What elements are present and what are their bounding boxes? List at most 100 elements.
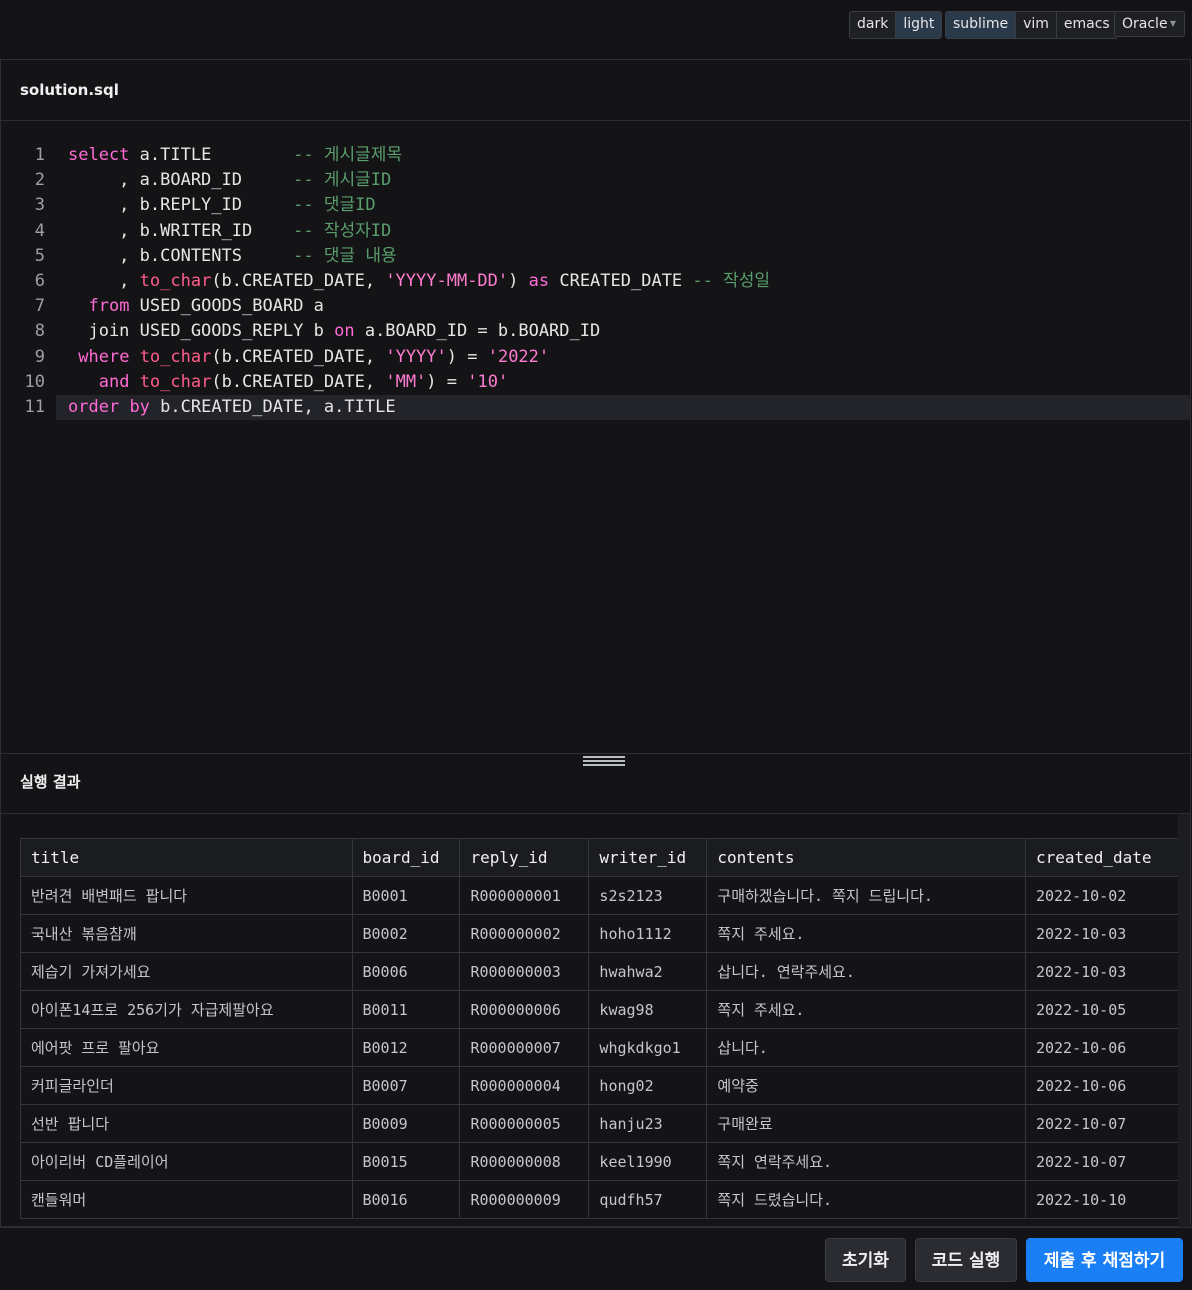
column-header: created_date (1024, 838, 1180, 877)
code-line: 6 , to_char(b.CREATED_DATE, 'YYYY-MM-DD'… (34, 270, 771, 291)
table-cell: 국내산 볶음참깨 (20, 914, 353, 953)
table-cell: keel1990 (588, 1142, 708, 1181)
table-cell: 2022-10-03 (1024, 914, 1180, 953)
keymap-emacs-button[interactable]: emacs (1056, 12, 1117, 38)
table-cell: 구매하겠습니다. 쪽지 드립니다. (706, 876, 1026, 915)
table-cell: B0009 (351, 1104, 461, 1143)
table-cell: R000000006 (459, 990, 590, 1029)
table-row: 국내산 볶음참깨 B0002 R000000002 hoho1112 쪽지 주세요. 20… (20, 914, 1180, 953)
table-cell: 제습기 가져가세요 (20, 952, 353, 991)
table-cell: kwag98 (588, 990, 708, 1029)
table-cell: B0001 (351, 876, 461, 915)
code-line: 5 , b.CONTENTS -- 댓글 내용 (34, 245, 397, 266)
table-cell: 아이리버 CD플레이어 (20, 1142, 353, 1181)
table-cell: R000000004 (459, 1066, 590, 1105)
table-cell: whgkdkgo1 (588, 1028, 708, 1067)
theme-dark-button[interactable]: dark (850, 12, 897, 38)
table-cell: R000000007 (459, 1028, 590, 1067)
table-cell: 2022-10-03 (1024, 952, 1180, 991)
table-cell: 캔들워머 (20, 1180, 353, 1219)
table-cell: 2022-10-10 (1024, 1180, 1180, 1219)
table-cell: B0011 (351, 990, 461, 1029)
code-line: 4 , b.WRITER_ID -- 작성자ID (34, 220, 392, 241)
table-cell: B0002 (351, 914, 461, 953)
reset-button[interactable]: 초기화 (825, 1238, 906, 1282)
table-cell: B0016 (351, 1180, 461, 1219)
table-row: 반려견 배변패드 팝니다 B0001 R000000001 s2s2123 구매하겠습니… (20, 876, 1180, 915)
table-cell: 2022-10-07 (1024, 1104, 1180, 1143)
table-cell: hong02 (588, 1066, 708, 1105)
table-header-row: title board_id reply_id writer_id conten… (20, 838, 1180, 877)
table-cell: s2s2123 (588, 876, 708, 915)
table-cell: 반려견 배변패드 팝니다 (20, 876, 353, 915)
table-cell: 삽니다. 연락주세요. (706, 952, 1026, 991)
theme-toggle-group: dark light (849, 11, 943, 39)
table-cell: R000000002 (459, 914, 590, 953)
column-header: board_id (351, 838, 461, 877)
toolbar: dark light sublime vim emacs Oracle ▼ (0, 0, 1192, 59)
column-header: reply_id (459, 838, 590, 877)
table-row: 제습기 가져가세요 B0006 R000000003 hwahwa2 삽니다. 연락주세… (20, 952, 1180, 991)
result-panel: 실행 결과 title board_id reply_id writer_id … (0, 753, 1191, 1227)
table-cell: B0007 (351, 1066, 461, 1105)
language-select-value: Oracle (1122, 16, 1168, 32)
code-line: 10 and to_char(b.CREATED_DATE, 'MM') = '… (24, 371, 509, 392)
table-cell: 쪽지 연락주세요. (706, 1142, 1026, 1181)
table-cell: 에어팟 프로 팔아요 (20, 1028, 353, 1067)
table-row: 커피글라인더 B0007 R000000004 hong02 예약중 2022-10-06 (20, 1066, 1180, 1105)
result-table-container: title board_id reply_id writer_id conten… (20, 838, 1180, 1219)
table-cell: R000000005 (459, 1104, 590, 1143)
code-line: 2 , a.BOARD_ID -- 게시글ID (34, 170, 392, 191)
table-cell: 구매완료 (706, 1104, 1026, 1143)
table-cell: B0015 (351, 1142, 461, 1181)
table-cell: R000000008 (459, 1142, 590, 1181)
table-cell: 아이폰14프로 256기가 자급제팔아요 (20, 990, 353, 1029)
code-line: 9 where to_char(b.CREATED_DATE, 'YYYY') … (34, 346, 550, 367)
run-code-button[interactable]: 코드 실행 (915, 1238, 1017, 1282)
table-cell: 선반 팝니다 (20, 1104, 353, 1143)
table-cell: hwahwa2 (588, 952, 708, 991)
table-cell: 2022-10-02 (1024, 876, 1180, 915)
keymap-sublime-button[interactable]: sublime (946, 12, 1017, 38)
table-cell: qudfh57 (588, 1180, 708, 1219)
code-line-current: 11 order by b.CREATED_DATE, a.TITLE (25, 394, 1190, 421)
table-row: 아이폰14프로 256기가 자급제팔아요 B0011 R000000006 kwag9… (20, 990, 1180, 1029)
keymap-toggle-group: sublime vim emacs (945, 11, 1118, 39)
code-line: 3 , b.REPLY_ID -- 댓글ID (34, 195, 376, 216)
table-cell: 쪽지 주세요. (706, 914, 1026, 953)
language-select[interactable]: Oracle ▼ (1114, 11, 1185, 37)
panel-resize-handle[interactable] (583, 756, 625, 768)
theme-light-button[interactable]: light (896, 12, 942, 38)
table-row: 아이리버 CD플레이어 B0015 R000000008 keel1990 쪽지 연락주… (20, 1142, 1180, 1181)
table-row: 선반 팝니다 B0009 R000000005 hanju23 구매완료 2022-10-… (20, 1104, 1180, 1143)
table-cell: R000000009 (459, 1180, 590, 1219)
table-cell: hanju23 (588, 1104, 708, 1143)
submit-and-grade-button[interactable]: 제출 후 채점하기 (1026, 1238, 1183, 1282)
table-cell: hoho1112 (588, 914, 708, 953)
table-cell: B0012 (351, 1028, 461, 1067)
chevron-down-icon: ▼ (1169, 19, 1176, 28)
keymap-vim-button[interactable]: vim (1016, 12, 1057, 38)
code-line: 1 select a.TITLE -- 게시글제목 (34, 145, 403, 165)
table-cell: 쪽지 주세요. (706, 990, 1026, 1029)
footer-actions: 초기화 코드 실행 제출 후 채점하기 (0, 1227, 1192, 1290)
table-row: 캔들워머 B0016 R000000009 qudfh57 쪽지 드렸습니다. 2022-… (20, 1180, 1180, 1219)
result-table: title board_id reply_id writer_id conten… (20, 838, 1180, 1219)
column-header: title (20, 838, 353, 877)
code-editor[interactable]: 1 select a.TITLE -- 게시글제목 2 , a.BOARD_ID … (1, 143, 1190, 421)
table-cell: B0006 (351, 952, 461, 991)
column-header: writer_id (588, 838, 708, 877)
table-cell: 2022-10-06 (1024, 1066, 1180, 1105)
table-cell: R000000003 (459, 952, 590, 991)
table-cell: 2022-10-07 (1024, 1142, 1180, 1181)
column-header: contents (706, 838, 1026, 877)
table-row: 에어팟 프로 팔아요 B0012 R000000007 whgkdkgo1 삽니다. 20… (20, 1028, 1180, 1067)
table-cell: 2022-10-06 (1024, 1028, 1180, 1067)
code-editor-panel: solution.sql 1 select a.TITLE -- 게시글제목 2 … (0, 59, 1191, 753)
table-cell: 예약중 (706, 1066, 1026, 1105)
table-cell: 삽니다. (706, 1028, 1026, 1067)
result-scrollbar[interactable] (1178, 814, 1190, 1227)
table-cell: 쪽지 드렸습니다. (706, 1180, 1026, 1219)
table-cell: 커피글라인더 (20, 1066, 353, 1105)
table-cell: R000000001 (459, 876, 590, 915)
